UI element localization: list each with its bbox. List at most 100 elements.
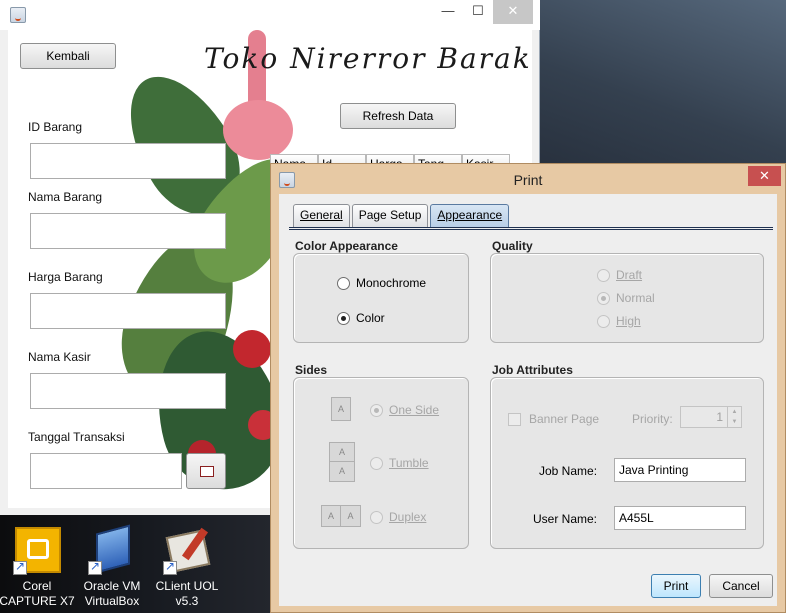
tab-page-setup[interactable]: Page Setup (351, 204, 429, 227)
color-appearance-title: Color Appearance (295, 239, 398, 253)
user-name-field[interactable]: A455L (614, 506, 746, 530)
nama-barang-input[interactable] (30, 213, 226, 249)
job-name-field[interactable]: Java Printing (614, 458, 746, 482)
priority-label: Priority: (632, 412, 673, 426)
radio-label: Duplex (389, 510, 427, 524)
tab-label: Page Setup (358, 208, 422, 222)
normal-radio[interactable]: Normal (597, 291, 655, 305)
radio-icon (597, 314, 610, 328)
sheet-letter: A (347, 511, 354, 521)
radio-label: Monochrome (356, 276, 427, 290)
sheet-letter: A (330, 443, 354, 462)
one-side-sheet-icon: A (331, 397, 351, 421)
radio-icon (337, 276, 350, 290)
draft-radio[interactable]: Draft (597, 268, 642, 282)
sheet-letter: A (322, 506, 341, 526)
print-dialog: Print ✕ General Page Setup Appearance Co… (270, 163, 786, 613)
duplex-radio[interactable]: Duplex (370, 510, 426, 524)
cancel-button[interactable]: Cancel (709, 574, 773, 598)
client-uol-icon (163, 527, 211, 575)
tanggal-transaksi-input[interactable] (30, 453, 182, 489)
radio-selected-icon (597, 291, 610, 305)
sides-group: A One Side A A Tumble A A Duplex (293, 377, 469, 549)
user-name-label-text: User Name: (533, 512, 598, 526)
virtualbox-icon (88, 524, 136, 575)
tab-divider (289, 227, 773, 230)
duplex-sheet-icon: A A (321, 505, 361, 527)
calendar-button[interactable] (186, 453, 226, 489)
desktop-background (540, 0, 786, 165)
shortcut-arrow-icon (163, 559, 177, 575)
quality-group: Draft Normal High (490, 253, 764, 343)
maximize-icon[interactable]: ☐ (463, 0, 493, 24)
desktop-icon-virtualbox[interactable]: Oracle VM VirtualBox (72, 524, 152, 609)
job-attributes-group: Banner Page Priority: 1 ▲ ▼ Job Name: Ja… (490, 377, 764, 549)
close-icon[interactable]: ✕ (748, 166, 781, 186)
desktop-icon-label: CAPTURE X7 (0, 594, 75, 608)
close-icon[interactable]: ✕ (493, 0, 533, 24)
tab-appearance[interactable]: Appearance (430, 204, 510, 227)
store-title: Toko Nirerror Barakallah (204, 42, 532, 75)
print-button[interactable]: Print (651, 574, 701, 598)
shortcut-arrow-icon (88, 559, 102, 575)
priority-label-text: Priority: (632, 412, 673, 426)
nama-kasir-input[interactable] (30, 373, 226, 409)
tab-general[interactable]: General (293, 204, 350, 227)
priority-spinner[interactable]: 1 ▲ ▼ (680, 406, 742, 428)
checkbox-icon (508, 412, 521, 426)
banner-page-checkbox[interactable]: Banner Page (508, 412, 599, 426)
shortcut-arrow-icon (13, 559, 27, 575)
spinner-up-icon[interactable]: ▲ (728, 407, 741, 417)
harga-barang-label: Harga Barang (28, 270, 103, 284)
radio-label: Color (356, 311, 385, 325)
radio-icon (370, 456, 383, 470)
sides-title: Sides (295, 363, 328, 377)
tumble-radio[interactable]: Tumble (370, 456, 429, 470)
radio-selected-icon (337, 311, 350, 325)
tab-label: Appearance (437, 208, 503, 222)
desktop-icon-label: v5.3 (175, 594, 199, 608)
one-side-radio[interactable]: One Side (370, 403, 439, 417)
print-tabs: General Page Setup Appearance (293, 204, 510, 227)
quality-title: Quality (492, 239, 533, 253)
monochrome-radio[interactable]: Monochrome (337, 276, 426, 290)
sheet-letter: A (338, 466, 345, 476)
java-icon (10, 7, 26, 23)
refresh-data-button[interactable]: Refresh Data (340, 103, 456, 129)
spinner-buttons[interactable]: ▲ ▼ (727, 407, 741, 427)
radio-label: Tumble (389, 456, 429, 470)
id-barang-input[interactable] (30, 143, 226, 179)
print-dialog-body: General Page Setup Appearance Color Appe… (279, 194, 777, 606)
radio-label: Draft (616, 268, 643, 282)
harga-barang-input[interactable] (30, 293, 226, 329)
nama-barang-label: Nama Barang (28, 190, 103, 204)
calendar-icon (200, 466, 214, 477)
priority-value: 1 (716, 410, 723, 424)
minimize-icon[interactable]: — (433, 0, 463, 24)
print-dialog-titlebar[interactable]: Print ✕ (271, 164, 785, 194)
desktop-icon-client-uol[interactable]: CLient UOL v5.3 (147, 527, 227, 609)
user-name-label: User Name: (533, 512, 597, 526)
desktop-icon-corel-capture[interactable]: Corel CAPTURE X7 (0, 527, 77, 609)
job-name-label: Job Name: (539, 464, 597, 478)
high-radio[interactable]: High (597, 314, 641, 328)
print-dialog-title: Print (513, 172, 543, 188)
desktop-icon-label: Oracle VM (83, 579, 141, 593)
spinner-down-icon[interactable]: ▼ (728, 417, 741, 427)
color-radio[interactable]: Color (337, 311, 385, 325)
job-name-label-text: Job Name: (539, 464, 598, 478)
sheet-letter: A (337, 404, 344, 414)
radio-icon (597, 268, 610, 282)
color-appearance-group: Monochrome Color (293, 253, 469, 343)
desktop-icon-label: VirtualBox (84, 594, 140, 608)
radio-label: One Side (389, 403, 440, 417)
tanggal-transaksi-label: Tanggal Transaksi (28, 430, 125, 444)
radio-label: Normal (616, 291, 655, 305)
checkbox-label: Banner Page (529, 412, 600, 426)
desktop-icon-label: Corel (22, 579, 52, 593)
desktop-icon-label: CLient UOL (155, 579, 219, 593)
job-attributes-title: Job Attributes (492, 363, 573, 377)
corel-capture-icon (13, 527, 61, 575)
main-window-titlebar[interactable]: — ☐ ✕ (0, 0, 540, 30)
back-button[interactable]: Kembali (20, 43, 116, 69)
